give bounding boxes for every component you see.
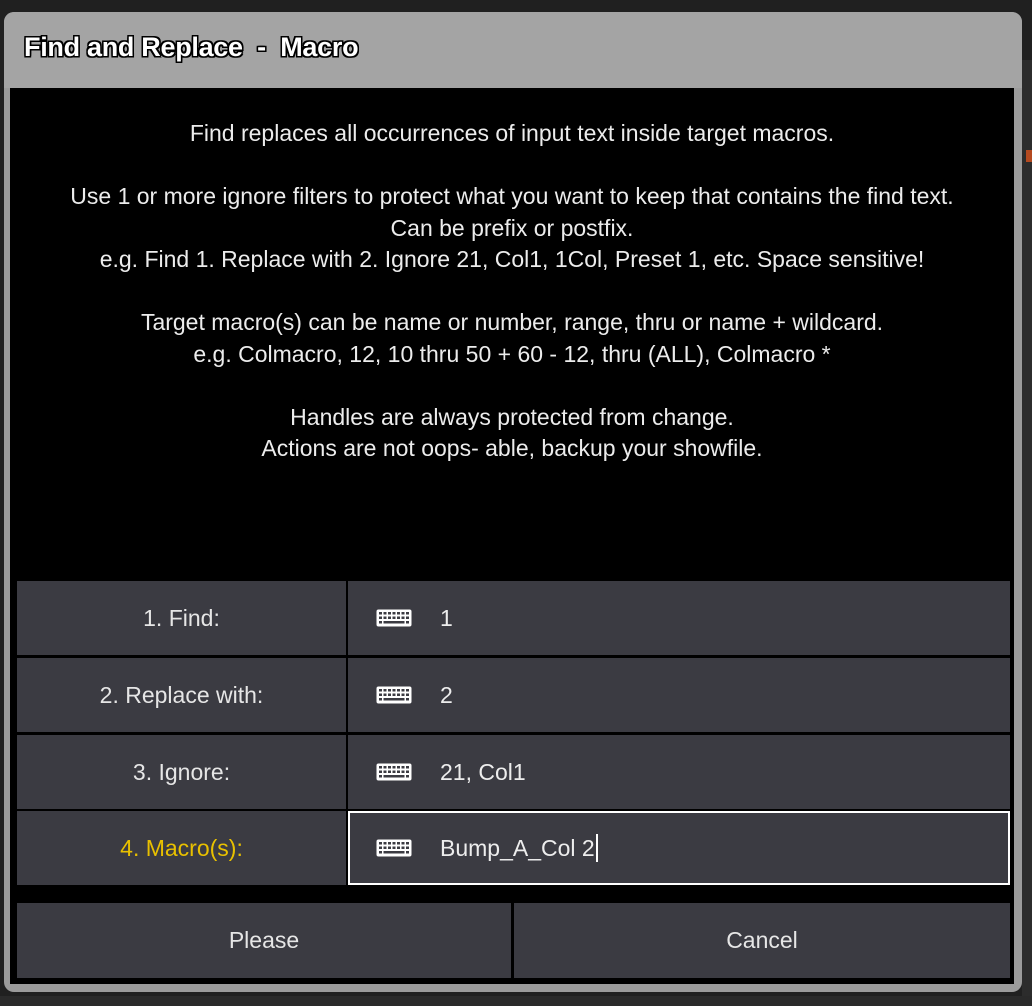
replace-label[interactable]: 2. Replace with: bbox=[17, 658, 346, 732]
replace-value: 2 bbox=[440, 681, 453, 708]
find-label[interactable]: 1. Find: bbox=[17, 581, 346, 655]
ignore-label[interactable]: 3. Ignore: bbox=[17, 735, 346, 809]
background-accent bbox=[1026, 150, 1032, 162]
macros-label[interactable]: 4. Macro(s): bbox=[17, 811, 346, 885]
macros-value: Bump_A_Col 2 bbox=[440, 834, 595, 861]
instruction-line: Actions are not oops- able, backup your … bbox=[261, 435, 763, 461]
form-row-ignore: 3. Ignore: 21, Col1 bbox=[17, 735, 1010, 809]
instructions-text: Find replaces all occurrences of input t… bbox=[30, 118, 994, 465]
instruction-line: Use 1 or more ignore filters to protect … bbox=[70, 183, 954, 209]
instruction-line: Find replaces all occurrences of input t… bbox=[189, 120, 835, 146]
cancel-button[interactable]: Cancel bbox=[514, 903, 1010, 978]
macros-value-wrap: Bump_A_Col 2 bbox=[440, 813, 598, 883]
instruction-line: e.g. Find 1. Replace with 2. Ignore 21, … bbox=[99, 246, 925, 272]
instruction-line: e.g. Colmacro, 12, 10 thru 50 + 60 - 12,… bbox=[193, 340, 831, 367]
background-bottom-edge bbox=[0, 996, 1032, 1006]
replace-input[interactable]: 2 bbox=[348, 658, 1010, 732]
form-row-macros: 4. Macro(s): Bump_A_Col 2 bbox=[17, 811, 1010, 885]
keyboard-icon[interactable] bbox=[376, 686, 412, 704]
dialog-buttons: Please Cancel bbox=[17, 903, 1010, 978]
ignore-value: 21, Col1 bbox=[440, 758, 526, 785]
find-value: 1 bbox=[440, 604, 453, 631]
input-form: 1. Find: 1 2. Replace with: 2 3. Ignore:… bbox=[17, 581, 1010, 885]
text-caret bbox=[595, 834, 598, 862]
find-replace-dialog: Find and Replace - Macro Find replaces a… bbox=[4, 12, 1022, 992]
form-row-replace: 2. Replace with: 2 bbox=[17, 658, 1010, 732]
instruction-line: Target macro(s) can be name or number, r… bbox=[140, 309, 884, 335]
keyboard-icon[interactable] bbox=[376, 609, 412, 627]
keyboard-icon[interactable] bbox=[376, 763, 412, 781]
instruction-line: Can be prefix or postfix. bbox=[390, 214, 634, 241]
instruction-line: Handles are always protected from change… bbox=[290, 403, 734, 430]
macros-input[interactable]: Bump_A_Col 2 bbox=[348, 811, 1010, 885]
ignore-input[interactable]: 21, Col1 bbox=[348, 735, 1010, 809]
dialog-title: Find and Replace - Macro bbox=[24, 32, 359, 62]
form-row-find: 1. Find: 1 bbox=[17, 581, 1010, 655]
keyboard-icon[interactable] bbox=[376, 839, 412, 857]
please-button[interactable]: Please bbox=[17, 903, 511, 978]
background-window-edge bbox=[1022, 60, 1032, 1000]
find-input[interactable]: 1 bbox=[348, 581, 1010, 655]
dialog-titlebar[interactable]: Find and Replace - Macro bbox=[4, 12, 1022, 88]
dialog-body: Find replaces all occurrences of input t… bbox=[10, 88, 1014, 984]
